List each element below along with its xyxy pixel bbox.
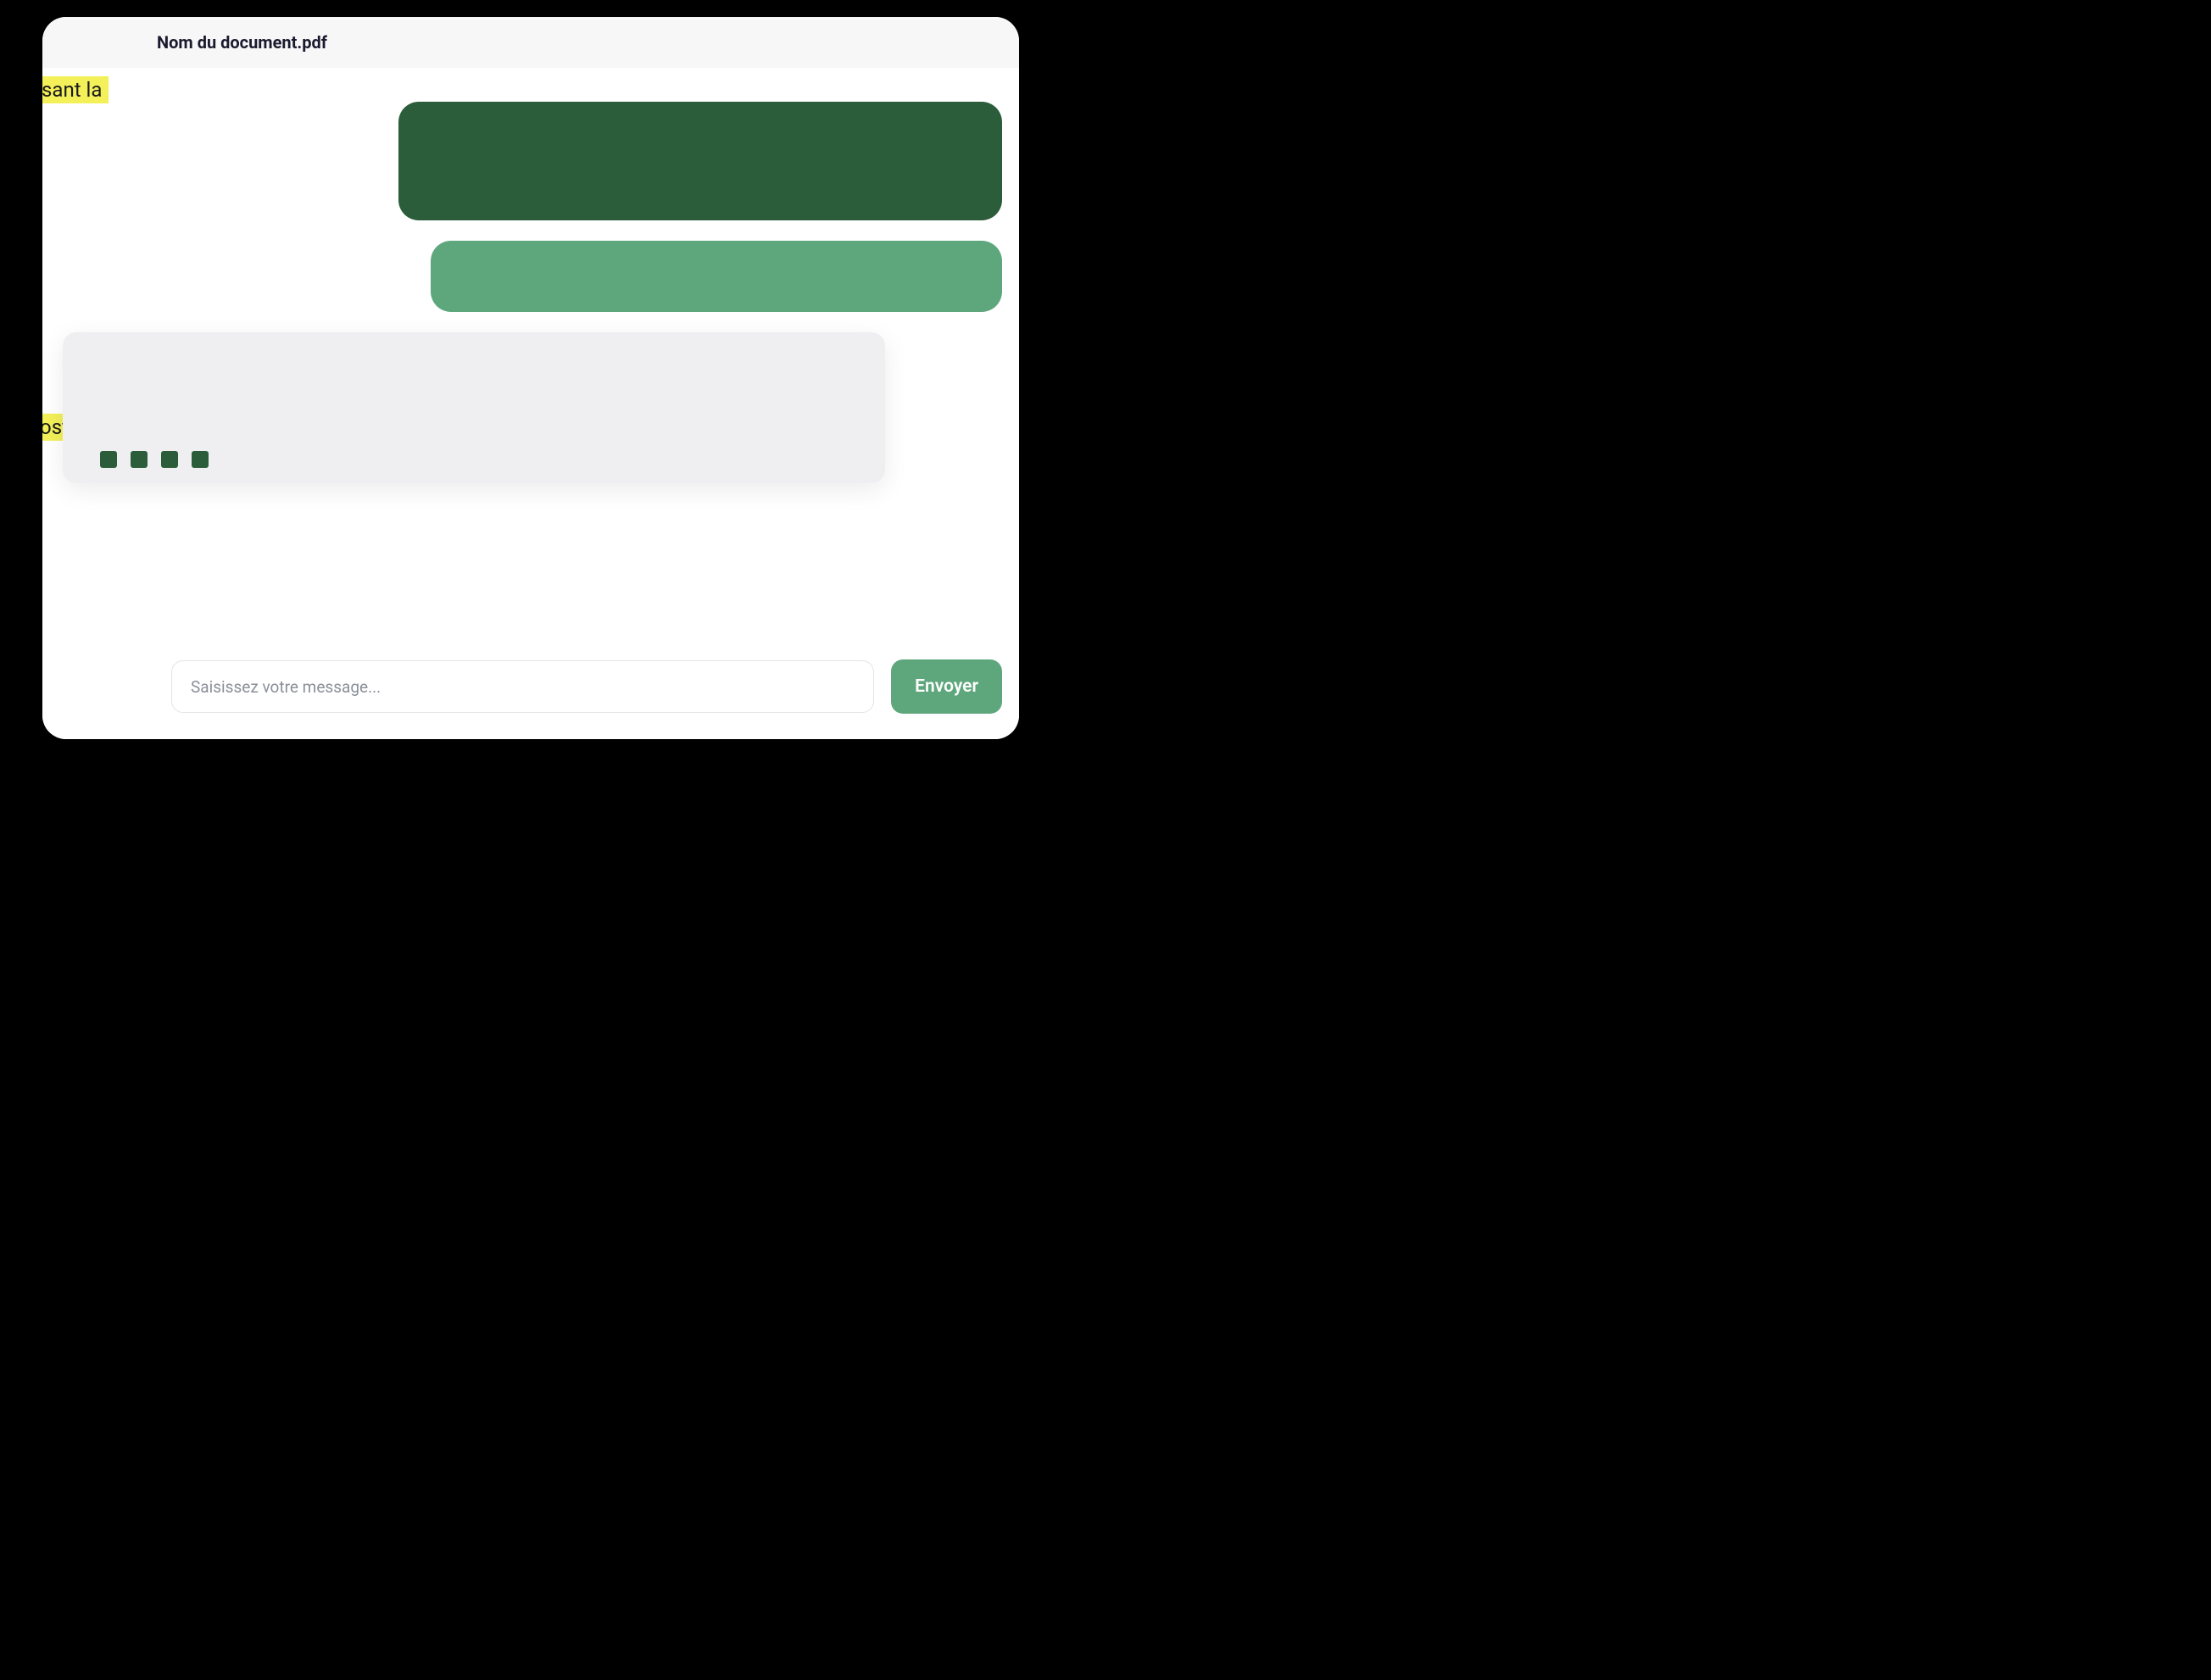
- chat-window: Nom du document.pdf sant la ost Envoyer: [42, 17, 1019, 739]
- response-typing-card: [63, 332, 885, 483]
- header-bar: Nom du document.pdf: [42, 17, 1019, 68]
- chat-bubble-user-light: [431, 241, 1002, 312]
- chat-bubble-user-dark: [398, 102, 1002, 220]
- send-button[interactable]: Envoyer: [891, 659, 1002, 714]
- typing-dot-icon: [100, 451, 117, 468]
- typing-dot-icon: [131, 451, 148, 468]
- input-bar: Envoyer: [42, 639, 1019, 739]
- document-title: Nom du document.pdf: [157, 32, 1019, 53]
- typing-dot-icon: [192, 451, 209, 468]
- message-input[interactable]: [171, 660, 874, 713]
- background-highlight-text: sant la: [42, 76, 109, 103]
- chat-area: sant la ost: [42, 68, 1019, 639]
- typing-dot-icon: [161, 451, 178, 468]
